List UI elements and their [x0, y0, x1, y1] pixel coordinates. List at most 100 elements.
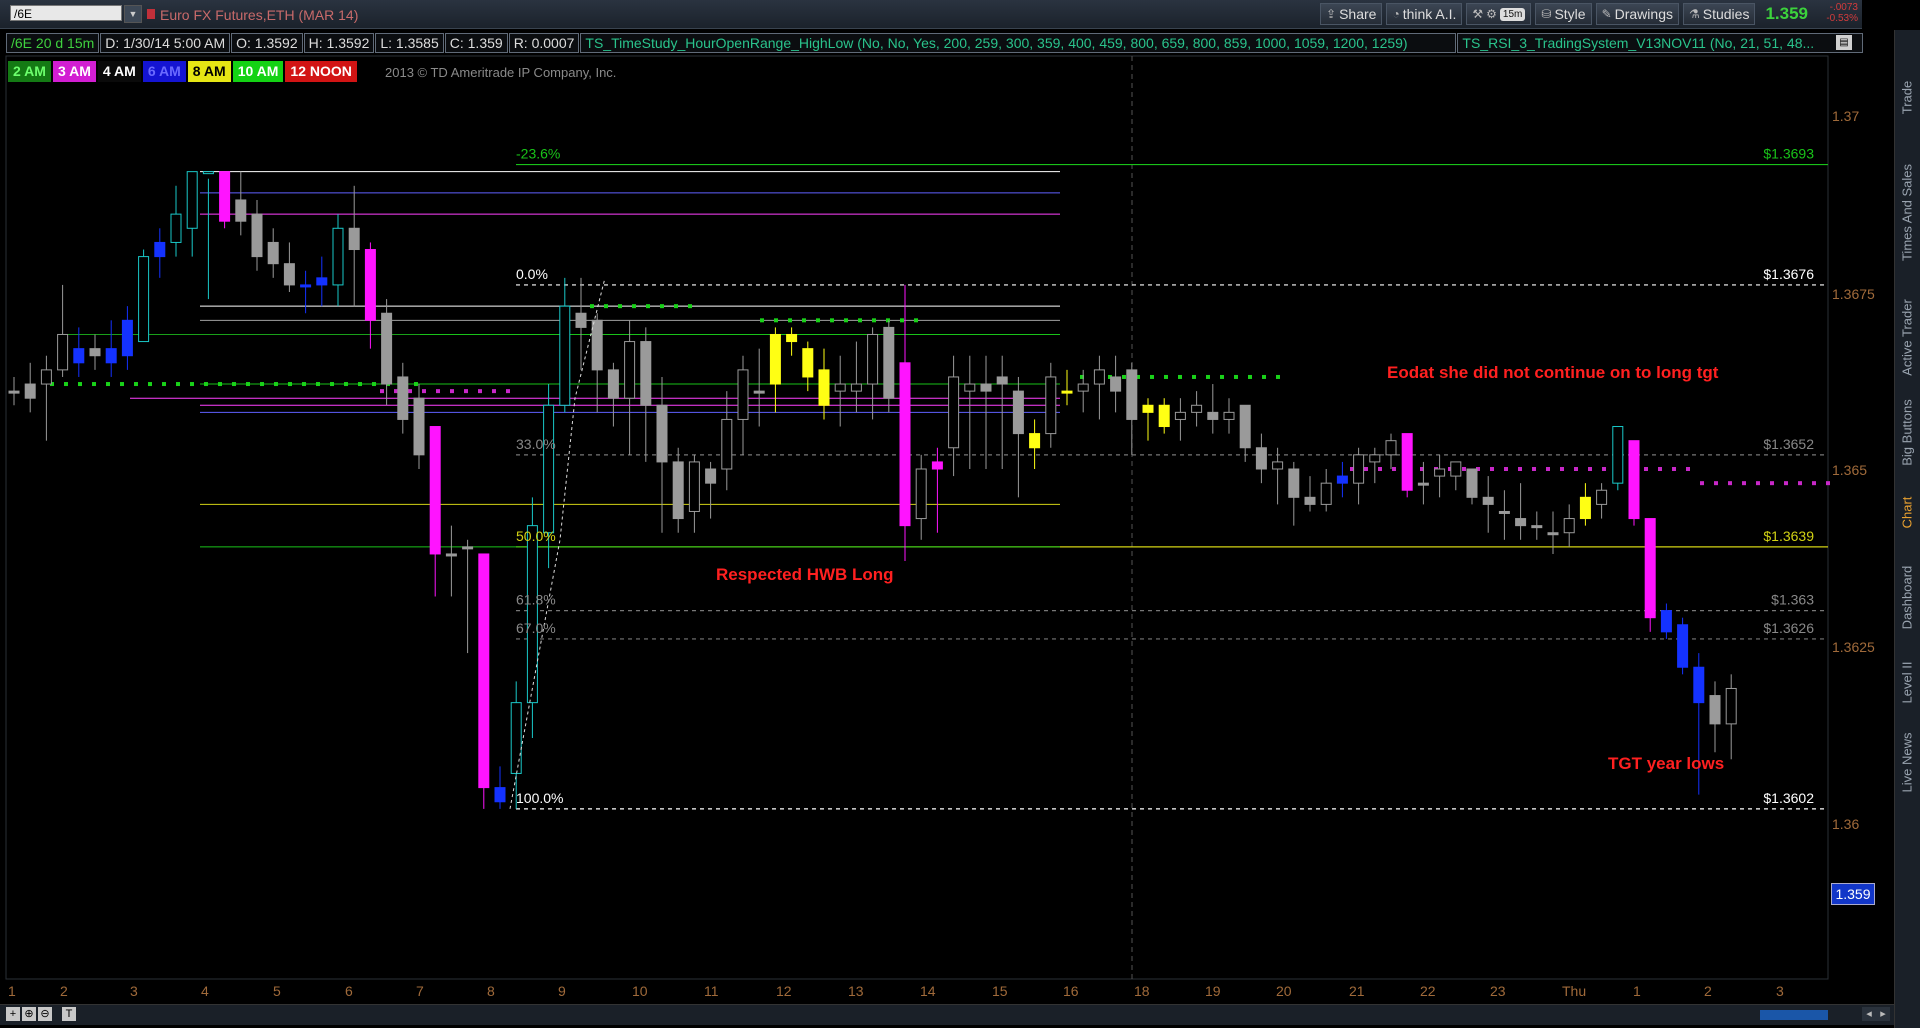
- stop-dot: [1588, 467, 1592, 471]
- candle-body: [348, 227, 360, 251]
- tab-times-and-sales[interactable]: Times And Sales: [1900, 153, 1915, 273]
- stop-dot: [1602, 467, 1606, 471]
- text-tool-icon[interactable]: T: [62, 1007, 76, 1021]
- candle-body: [235, 199, 247, 222]
- tab-live-news[interactable]: Live News: [1900, 703, 1915, 823]
- candle-body: [1093, 369, 1105, 385]
- candle-body: [1061, 390, 1073, 394]
- candle-body: [1223, 411, 1235, 420]
- candle-body: [1644, 518, 1656, 619]
- period-label[interactable]: /6E 20 d 15m: [6, 33, 100, 53]
- candle-body: [591, 319, 603, 371]
- stop-dot: [1532, 467, 1536, 471]
- candle-body: [1612, 426, 1624, 484]
- candle-body: [105, 348, 117, 364]
- stop-dot: [148, 382, 152, 387]
- bar-high: H: 1.3592: [303, 33, 375, 53]
- bar-date: D: 1/30/14 5:00 AM: [100, 33, 231, 53]
- price-chart[interactable]: -23.6% $1.3693 0.0% $1.3676 33.0% $1.3652 50.0…: [0, 0, 1894, 1004]
- stop-dot: [492, 389, 496, 394]
- stop-dot: [1798, 481, 1802, 486]
- stop-dot: [1392, 467, 1396, 471]
- stop-dot: [1262, 374, 1266, 379]
- stop-dot: [1742, 481, 1746, 486]
- stop-dot: [646, 304, 650, 309]
- candle-body: [316, 277, 328, 286]
- stop-dot: [436, 389, 440, 394]
- candle-body: [1158, 404, 1170, 428]
- fib-price-label: $1.3652: [1763, 436, 1814, 452]
- zoom-in-icon[interactable]: ⊕: [22, 1007, 36, 1021]
- stop-dot: [1812, 481, 1816, 486]
- candle-body: [802, 348, 814, 378]
- candle-body: [57, 333, 69, 371]
- x-tick: 13: [848, 983, 864, 999]
- y-tick: 1.3675: [1832, 286, 1875, 302]
- candle-body: [413, 397, 425, 456]
- study-label-rsi[interactable]: TS_RSI_3_TradingSystem_V13NOV11 (No, 21,…: [1457, 33, 1864, 53]
- stop-dot: [674, 304, 678, 309]
- bar-open: O: 1.3592: [231, 33, 303, 53]
- stop-dot: [464, 389, 468, 394]
- candle-body: [1385, 440, 1397, 456]
- chart-tools-button[interactable]: ⚒ ⚙ 15m: [1466, 3, 1532, 25]
- candle-body: [1142, 404, 1154, 413]
- stop-dot: [688, 304, 692, 309]
- stop-dot: [1658, 467, 1662, 471]
- studies-label: Studies: [1702, 6, 1750, 22]
- bottom-toolbar: + ⊕ ⊖ T ◂ ▸: [0, 1004, 1894, 1025]
- candle-body: [624, 341, 636, 399]
- candle-body: [1369, 454, 1381, 463]
- share-button[interactable]: ⇪ Share: [1320, 3, 1383, 25]
- bar-low: L: 1.3585: [375, 33, 444, 53]
- fib-price-label: $1.363: [1771, 592, 1814, 608]
- fib-level-label: 61.8%: [516, 592, 556, 608]
- wrench-icon: ⚙: [1486, 7, 1497, 21]
- stop-dot: [162, 382, 166, 387]
- x-tick: 2: [60, 983, 68, 999]
- candle-body: [332, 227, 344, 286]
- candle-body: [526, 525, 538, 704]
- stop-dot: [900, 318, 904, 323]
- candle-body: [364, 249, 376, 321]
- flag-icon[interactable]: [147, 9, 155, 19]
- studies-button[interactable]: ⚗ Studies: [1682, 3, 1756, 25]
- stop-dot: [886, 318, 890, 323]
- stop-dot: [816, 318, 820, 323]
- candle-body: [429, 426, 441, 555]
- stop-dot: [478, 389, 482, 394]
- candle-body: [494, 787, 506, 803]
- drawings-button[interactable]: ✎ Drawings: [1595, 3, 1679, 25]
- think-ai-button[interactable]: ◔ think A.I.: [1386, 3, 1463, 25]
- candle-body: [559, 305, 571, 406]
- candle-body: [996, 376, 1008, 385]
- symbol-input[interactable]: /6E: [10, 5, 122, 21]
- candle-body: [1466, 468, 1478, 498]
- symbol-dropdown-icon[interactable]: ▼: [124, 5, 142, 23]
- candle-body: [1012, 390, 1024, 435]
- chart-settings-icon[interactable]: ▤: [1836, 35, 1852, 50]
- candle-body: [40, 369, 52, 385]
- zoom-out-icon[interactable]: ⊖: [38, 1007, 52, 1021]
- session-legend: 2 AM 3 AM 4 AM 6 AM 8 AM 10 AM 12 NOON: [8, 61, 357, 82]
- scroll-left-icon[interactable]: ◂: [1862, 1007, 1876, 1021]
- candle-body: [721, 418, 733, 470]
- crosshair-icon[interactable]: +: [6, 1007, 20, 1021]
- scroll-right-icon[interactable]: ▸: [1876, 1007, 1890, 1021]
- stop-dot: [830, 318, 834, 323]
- stop-dot: [858, 318, 862, 323]
- bar-range: R: 0.0007: [508, 33, 580, 53]
- x-tick: 11: [704, 983, 719, 999]
- style-button[interactable]: ⛁ Style: [1535, 3, 1592, 25]
- candle-body: [283, 263, 295, 286]
- candle-body: [575, 312, 587, 328]
- tab-trade[interactable]: Trade: [1900, 38, 1915, 158]
- stop-dot: [218, 382, 222, 387]
- horizontal-scrollbar[interactable]: [1760, 1010, 1828, 1020]
- study-label-timestudy[interactable]: TS_TimeStudy_HourOpenRange_HighLow (No, …: [580, 33, 1457, 53]
- x-tick: 1: [8, 983, 16, 999]
- candle-body: [640, 341, 652, 406]
- x-tick: 1: [1633, 983, 1641, 999]
- candle-body: [1677, 624, 1689, 668]
- stop-dot: [618, 304, 622, 309]
